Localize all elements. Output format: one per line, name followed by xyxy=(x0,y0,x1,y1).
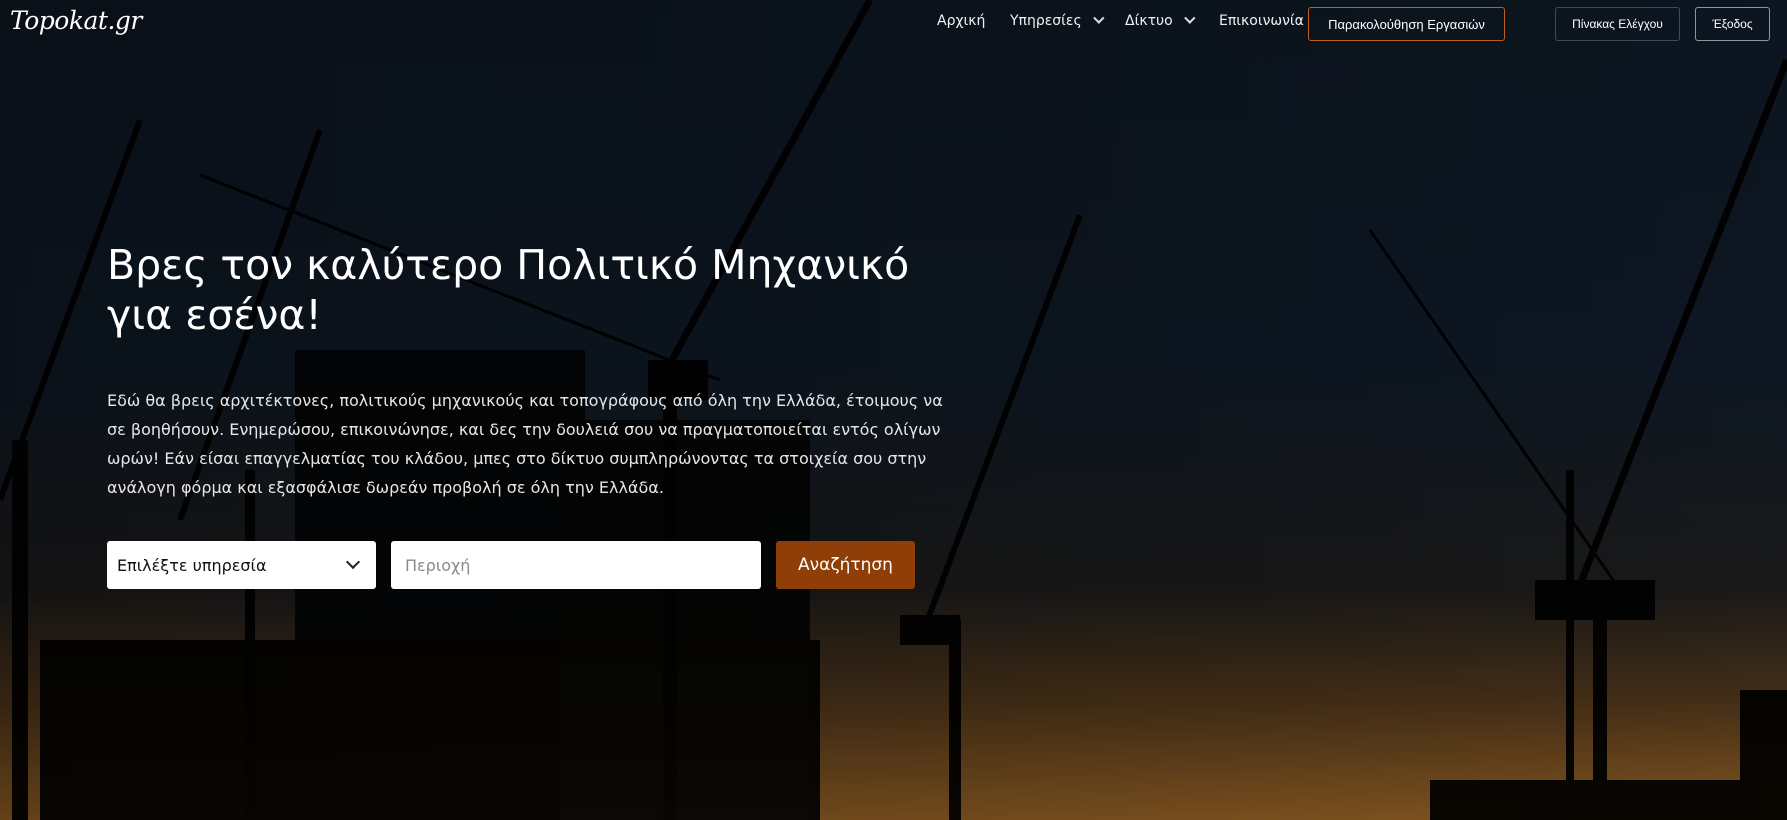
nav-item-home[interactable]: Αρχική xyxy=(937,13,985,29)
chevron-down-icon xyxy=(345,554,361,570)
nav-item-contact[interactable]: Επικοινωνία xyxy=(1219,13,1304,29)
service-select[interactable]: Επιλέξτε υπηρεσία xyxy=(107,541,376,589)
nav-item-label: Αρχική xyxy=(937,13,986,29)
chevron-down-icon xyxy=(1092,12,1105,24)
track-jobs-button[interactable]: Παρακολούθηση Εργασιών xyxy=(1308,7,1505,41)
chevron-down-icon xyxy=(1183,12,1196,24)
nav-item-label: Υπηρεσίες xyxy=(1010,13,1082,29)
dashboard-button[interactable]: Πίνακας Ελέγχου xyxy=(1555,7,1680,41)
nav-item-label: Επικοινωνία xyxy=(1219,13,1304,29)
nav-item-network[interactable]: Δίκτυο xyxy=(1125,12,1196,29)
brand-logo[interactable]: Topokat.gr xyxy=(10,6,142,35)
nav-item-label: Δίκτυο xyxy=(1125,13,1173,29)
service-select-value: Επιλέξτε υπηρεσία xyxy=(117,555,267,575)
hero-description: Εδώ θα βρεις αρχιτέκτονες, πολιτικούς μη… xyxy=(107,391,943,497)
top-navbar: Topokat.gr Αρχική Υπηρεσίες Δίκτυο Επικο… xyxy=(0,0,1787,50)
search-button[interactable]: Αναζήτηση xyxy=(776,541,915,589)
hero-headline: Βρες τον καλύτερο Πολιτικό Μηχανικό για … xyxy=(107,241,910,339)
nav-item-services[interactable]: Υπηρεσίες xyxy=(1010,12,1105,29)
hero-section: Topokat.gr Αρχική Υπηρεσίες Δίκτυο Επικο… xyxy=(0,0,1787,820)
logout-button[interactable]: Έξοδος xyxy=(1695,7,1770,41)
region-input[interactable] xyxy=(391,541,761,589)
